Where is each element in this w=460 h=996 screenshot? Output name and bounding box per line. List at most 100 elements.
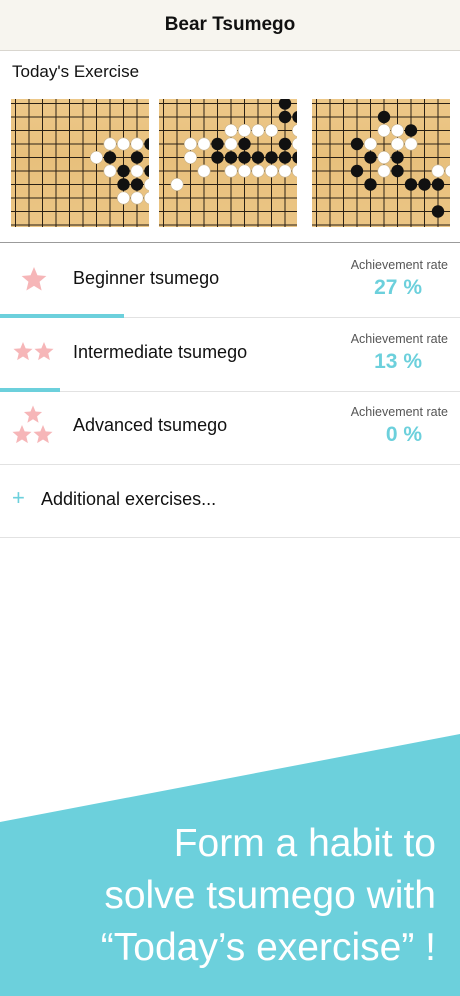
white-stone [170,178,184,192]
exercise-board-2[interactable] [159,99,297,227]
black-stone [224,151,238,164]
white-stone [144,178,149,191]
achievement-rate-caption: Achievement rate [350,258,448,272]
promo-line-3: “Today’s exercise” ! [100,926,436,969]
star-icon [12,405,53,444]
black-stone [350,137,364,151]
black-stone [350,164,364,178]
course-label: Advanced tsumego [73,415,228,435]
white-stone [183,150,197,164]
achievement-rate-value: 27 % [374,276,422,299]
white-stone [117,191,131,205]
white-stone [224,137,238,151]
black-stone [431,205,445,218]
star-icon [23,405,43,423]
black-stone [292,110,297,124]
star-icon [21,267,47,291]
exercise-board-3[interactable] [312,99,450,227]
exercise-board-1[interactable] [11,99,149,227]
course-row-beginner[interactable]: Beginner tsumego Achievement rate 27 % [0,244,460,318]
promo-line-1: Form a habit to [173,822,436,865]
black-stone [130,178,144,191]
black-stone [364,178,377,191]
white-stone [130,191,144,205]
black-stone [364,151,377,164]
additional-exercises-label: Additional exercises... [41,489,217,509]
additional-exercises-row[interactable]: + Additional exercises... [0,465,460,538]
white-stone [197,164,211,178]
white-stone [431,164,445,178]
white-stone [117,137,131,151]
white-stone [103,164,117,178]
white-stone [130,164,144,178]
board-grid [159,99,297,227]
course-label: Intermediate tsumego [73,342,248,362]
black-stone [130,151,144,164]
white-stone [377,150,391,164]
black-stone [117,178,130,191]
white-stone [278,164,292,178]
white-stone [130,137,144,151]
star-icon [13,342,33,361]
course-row-intermediate[interactable]: Intermediate tsumego Achievement rate 13… [0,318,460,392]
black-stone [211,151,224,164]
star-icon [12,425,32,444]
black-stone [278,137,292,151]
achievement-rate-caption: Achievement rate [350,332,448,346]
white-stone [391,123,405,137]
black-stone [391,151,404,164]
black-stone [404,124,418,137]
page-title: Bear Tsumego [164,14,296,35]
plus-icon: + [12,485,25,510]
black-stone [238,137,251,151]
navigation-bar: Bear Tsumego [0,0,460,51]
black-stone [377,110,391,124]
white-stone [183,137,197,151]
black-stone [278,110,292,124]
white-stone [363,137,377,151]
white-stone [292,164,297,178]
white-stone [377,123,391,137]
white-stone [238,164,252,178]
white-stone [144,191,149,205]
white-stone [391,137,405,151]
white-stone [265,164,279,178]
white-stone [103,137,117,151]
white-stone [90,150,104,164]
black-stone [103,151,117,164]
white-stone [238,123,252,137]
black-stone [404,178,418,191]
white-stone [292,137,297,151]
white-stone [265,123,279,137]
achievement-rate-value: 13 % [374,350,422,373]
promo-line-2: solve tsumego with [104,874,436,917]
white-stone [224,164,238,178]
star-icon [34,342,54,361]
black-stone [211,137,224,151]
white-stone [251,164,265,178]
black-stone [418,178,431,191]
white-stone [445,164,450,178]
promo-text: Form a habit to solve tsumego with “Toda… [0,818,436,974]
white-stone [197,137,211,151]
black-stone [144,137,149,151]
black-stone [144,164,149,178]
black-stone [238,151,251,164]
white-stone [292,124,297,137]
white-stone [224,123,238,137]
board-grid [312,99,450,227]
white-stone [251,123,265,137]
course-label: Beginner tsumego [73,268,220,288]
star-icon [33,425,53,444]
black-stone [265,151,278,164]
star-icon [21,267,47,291]
black-stone [278,151,292,164]
black-stone [117,164,130,178]
todays-exercise-title: Today's Exercise [12,62,140,81]
black-stone [391,164,404,178]
achievement-rate-value: 0 % [385,423,422,446]
board-grid [11,99,149,227]
course-row-advanced[interactable]: Advanced tsumego Achievement rate 0 % [0,391,460,465]
todays-exercise-boards [0,99,460,227]
black-stone [251,151,265,164]
